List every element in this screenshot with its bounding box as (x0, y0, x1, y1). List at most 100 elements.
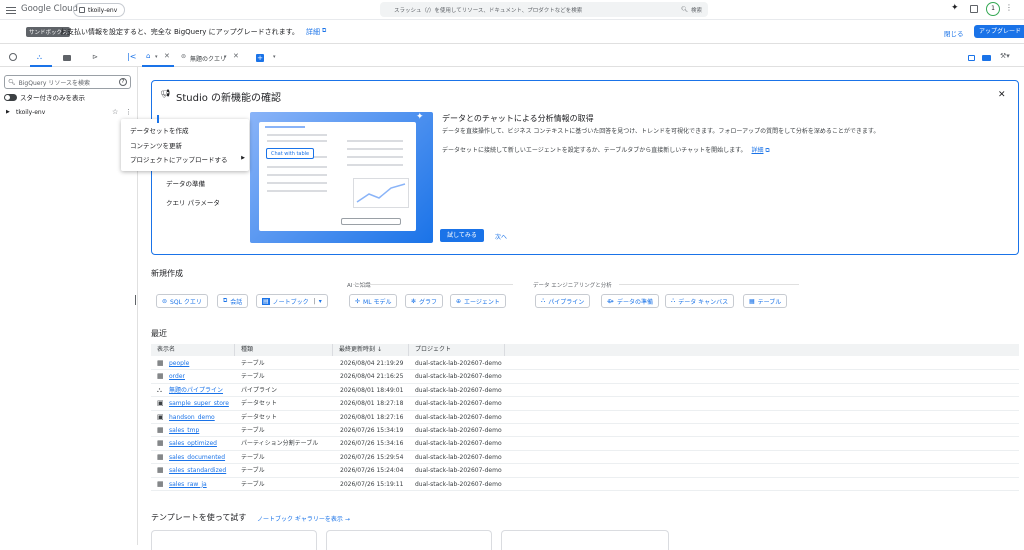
banner-close-button[interactable]: 閉じる (944, 28, 964, 38)
close-icon[interactable]: ✕ (164, 52, 170, 60)
new-tab-icon[interactable]: + (256, 54, 264, 62)
studio-title: Studio の新機能の確認 (176, 93, 282, 104)
project-icon (79, 7, 85, 13)
next-button[interactable]: 次へ (495, 232, 507, 241)
cloud-shell-icon[interactable] (970, 5, 978, 13)
project-picker[interactable]: tkoily-env (73, 3, 125, 17)
template-card[interactable] (151, 530, 317, 550)
sql-query-button[interactable]: ⊜ SQL クエリ (156, 294, 208, 308)
row-name-link[interactable]: handson_demo (169, 411, 215, 424)
gemini-icon[interactable]: ✦ (951, 3, 959, 13)
studio-details-link[interactable]: 詳細 (751, 147, 763, 154)
data-canvas-button[interactable]: ⛬ データ キャンバス (665, 294, 735, 308)
folder-icon[interactable] (63, 55, 71, 61)
col-modified[interactable]: 最終更新時刻 ↓ (333, 344, 409, 356)
table-row[interactable]: ▦ people テーブル 2026/08/04 21:19:29 dual-stack… (151, 357, 1019, 371)
table-row[interactable]: ▣ sample_super_store データセット 2026/08/01 18:2… (151, 397, 1019, 411)
row-type: テーブル (241, 467, 265, 475)
row-project: dual-stack-lab-202607-demo (415, 427, 502, 434)
close-icon[interactable]: ✕ (233, 52, 239, 60)
pipeline-nav-icon[interactable]: ⊳ (92, 53, 98, 61)
table-row[interactable]: ▦ sales_tmp テーブル 2026/07/26 15:34:19 dual-st… (151, 424, 1019, 438)
group-divider (353, 284, 513, 285)
compose-icon[interactable] (968, 55, 975, 61)
studio-side-item-data-prep[interactable]: データの準備 (166, 178, 205, 188)
row-project: dual-stack-lab-202607-demo (415, 453, 502, 461)
keyboard-icon[interactable] (982, 55, 991, 61)
data-prep-button[interactable]: ⟴ データの準備 (601, 294, 659, 308)
upgrade-button[interactable]: アップグレード (974, 25, 1024, 38)
table-row[interactable]: ▦ sales_raw_ja テーブル 2026/07/26 15:19:11 dual… (151, 478, 1019, 491)
row-name-link[interactable]: sales_optimized (169, 437, 217, 450)
try-button[interactable]: 試してみる (440, 229, 484, 242)
tree-item-project[interactable]: ▶ tkoily-env ☆ ⋮ (4, 108, 134, 119)
row-name-link[interactable]: sales_tmp (169, 424, 199, 437)
starred-toggle[interactable]: スター付きのみを表示 (4, 92, 85, 102)
more-vert-icon[interactable]: ⋮ (1005, 3, 1013, 12)
table-row[interactable]: ▦ sales_optimized パーティション分割テーブル 2026/07/26 … (151, 437, 1019, 451)
banner-details-link[interactable]: 詳細 (306, 27, 320, 37)
chevron-down-icon[interactable]: ▾ (273, 54, 276, 60)
row-name-link[interactable]: people (169, 357, 189, 370)
search-input[interactable]: スラッシュ（/）を使用してリソース、ドキュメント、プロダクトなどを検索 (386, 6, 681, 14)
table-row[interactable]: ▣ handson_demo データセット 2026/08/01 18:27:16 du… (151, 411, 1019, 424)
context-menu: データセットを作成 コンテンツを更新 プロジェクトにアップロードする ▶ (121, 119, 249, 171)
pipeline-button[interactable]: ⛬ パイプライン (535, 294, 591, 308)
row-name-link[interactable]: sample_super_store (169, 397, 229, 410)
table-button[interactable]: ▦ テーブル (743, 294, 788, 308)
explorer-tab[interactable]: ⛬ (30, 50, 52, 67)
row-project: dual-stack-lab-202607-demo (415, 386, 502, 394)
explore-icon[interactable] (9, 53, 17, 61)
tab-home[interactable]: ⌂ ▾ ✕ (142, 50, 174, 67)
menu-item-create-dataset[interactable]: データセットを作成 (130, 125, 189, 135)
notebook-icon: ▤ (262, 297, 270, 305)
row-name-link[interactable]: sales_documented (169, 451, 225, 464)
help-icon[interactable]: ? (119, 78, 127, 86)
star-icon[interactable]: ☆ (112, 108, 118, 116)
banner-message: お支払い情報を設定すると、完全な BigQuery にアップグレードされます。 (60, 28, 299, 36)
menu-icon[interactable] (6, 5, 16, 15)
row-name-link[interactable]: sales_raw_ja (169, 478, 207, 491)
tab-row: ⛬ ⊳ |< ⌂ ▾ ✕ ⊜ 無題のクエリ ▾ ✕ + ▾ ⚒▾ (0, 50, 1024, 67)
project-name: tkoily-env (88, 6, 118, 14)
sort-arrow-icon[interactable]: ↓ (377, 346, 382, 353)
table-row[interactable]: ▦ order テーブル 2026/08/04 21:16:25 dual-stack-… (151, 370, 1019, 384)
conversation-button[interactable]: ⧉ 会話 (217, 294, 249, 308)
tab-untitled-query[interactable]: ⊜ 無題のクエリ ▾ ✕ (178, 50, 246, 67)
search-bar[interactable]: スラッシュ（/）を使用してリソース、ドキュメント、プロダクトなどを検索 🔍︎ 検… (380, 2, 708, 17)
agent-button[interactable]: ⊕ エージェント (450, 294, 506, 308)
chevron-down-icon[interactable]: ▾ (319, 298, 322, 305)
search-icon[interactable]: 🔍︎ (681, 7, 688, 13)
resource-search-box[interactable]: 🔍︎ BigQuery リソースを検索 ? (4, 75, 131, 89)
row-name-link[interactable]: order (169, 370, 185, 383)
collapse-panel-icon[interactable]: |< (127, 52, 136, 61)
menu-item-upload[interactable]: プロジェクトにアップロードする ▶ (130, 154, 245, 164)
search-icon: 🔍︎ (8, 78, 16, 86)
row-name-link[interactable]: sales_standardized (169, 464, 226, 477)
table-row[interactable]: ▦ sales_documented テーブル 2026/07/26 15:29:54… (151, 451, 1019, 465)
template-card[interactable] (326, 530, 492, 550)
notebook-gallery-link[interactable]: ノートブック ギャラリーを表示 → (257, 514, 350, 523)
graph-button[interactable]: ✻ グラフ (405, 294, 444, 308)
more-vert-icon[interactable]: ⋮ (125, 108, 132, 116)
row-name-link[interactable]: 無題のパイプライン (169, 384, 223, 397)
toggle-switch[interactable] (4, 93, 17, 101)
notebook-button[interactable]: ▤ ノートブック | ▾ (256, 294, 328, 308)
template-card[interactable] (501, 530, 669, 550)
avatar[interactable]: 1 (986, 2, 1000, 16)
expand-arrow-icon[interactable]: ▶ (6, 109, 10, 115)
resource-search-input[interactable]: BigQuery リソースを検索 (19, 78, 116, 87)
pane-resize-handle[interactable] (135, 295, 136, 305)
table-row[interactable]: ▦ sales_standardized テーブル 2026/07/26 15:24:… (151, 464, 1019, 478)
table-row[interactable]: ⛬ 無題のパイプライン パイプライン 2026/08/01 18:49:01 dual-… (151, 384, 1019, 398)
google-cloud-logo[interactable]: Google Cloud (21, 4, 78, 14)
ml-model-button[interactable]: ✢ ML モデル (349, 294, 398, 308)
studio-side-active-indicator (157, 115, 159, 123)
tools-icon[interactable]: ⚒▾ (1000, 52, 1010, 60)
studio-side-item-query-params[interactable]: クエリ パラメータ (166, 197, 220, 207)
graph-icon: ✻ (411, 297, 417, 305)
search-button-label[interactable]: 検索 (691, 6, 702, 14)
close-icon[interactable]: ✕ (998, 90, 1006, 100)
row-type: パイプライン (241, 386, 278, 394)
menu-item-refresh[interactable]: コンテンツを更新 (130, 140, 182, 150)
